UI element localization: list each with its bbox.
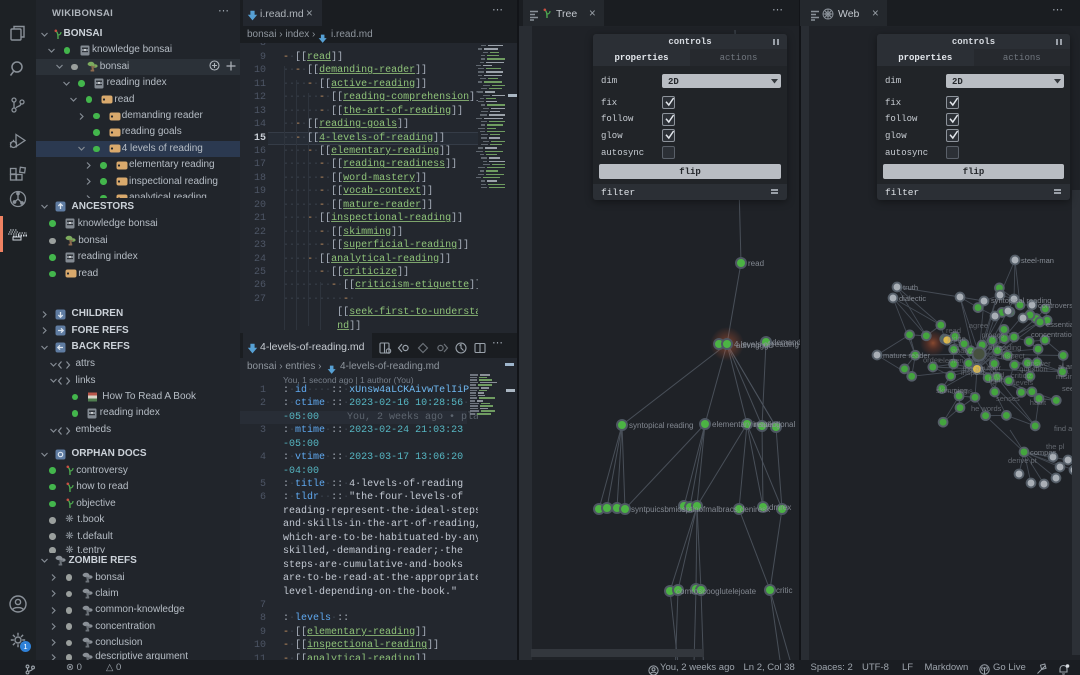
svg-text:he words: he words (971, 404, 1002, 413)
svg-text:al reading: al reading (988, 343, 1021, 352)
svg-text:dialectic: dialectic (899, 294, 926, 303)
svg-text:comroscooglutelejoate: comroscooglutelejoate (676, 587, 757, 596)
svg-text:demanding reader: demanding reader (772, 338, 800, 347)
svg-text:truth: truth (903, 283, 918, 292)
svg-text:habit: habit (1030, 398, 1047, 407)
svg-text:read: read (748, 259, 764, 268)
svg-text:criticiz: criticiz (1011, 371, 1032, 380)
svg-text:propos: propos (982, 331, 1005, 340)
svg-text:judge: judge (946, 334, 965, 343)
svg-text:light: light (989, 376, 1004, 385)
svg-text:adivngggd: adivngggd (736, 341, 773, 350)
svg-text:critic: critic (776, 586, 792, 595)
svg-text:steel-man: steel-man (1021, 256, 1054, 265)
svg-text:analyz: analyz (952, 346, 974, 355)
svg-text:dmrex: dmrex (769, 503, 791, 512)
svg-text:elemen: elemen (939, 356, 964, 365)
svg-text:derive pt: derive pt (1008, 456, 1038, 465)
svg-text:author: author (980, 363, 1002, 372)
svg-text:inspectional: inspectional (753, 420, 795, 429)
svg-text:concentration: concentration (1031, 330, 1076, 339)
svg-text:syntopical reading: syntopical reading (629, 421, 693, 430)
svg-text:syntpuicsbmiosptinofmalbracs.d: syntpuicsbmiosptinofmalbracs.deniresk (631, 505, 771, 514)
svg-text:terms: terms (954, 387, 973, 396)
svg-text:agree: agree (969, 321, 988, 330)
svg-text:inspect: inspect (1001, 352, 1026, 361)
svg-text:order: order (923, 356, 941, 365)
svg-text:senses: senses (996, 394, 1020, 403)
